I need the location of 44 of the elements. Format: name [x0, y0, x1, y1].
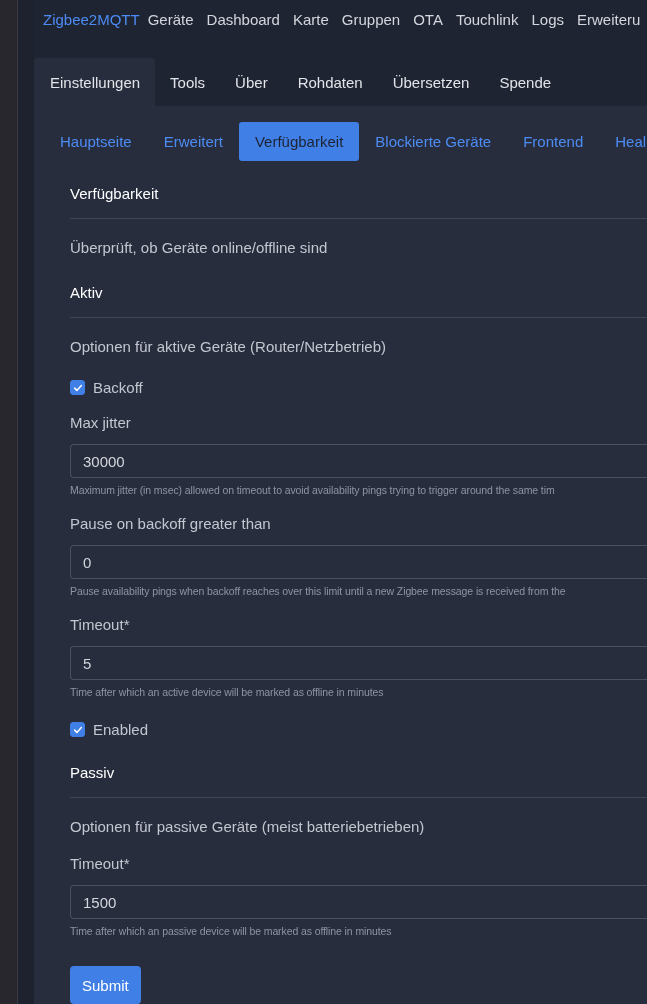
brand-link[interactable]: Zigbee2MQTT: [43, 11, 140, 28]
nav-link[interactable]: Gruppen: [341, 11, 401, 28]
subtab[interactable]: Frontend: [507, 122, 600, 161]
section-description: Optionen für passive Geräte (meist batteriebetrieben): [70, 817, 426, 837]
field-label: Max jitter: [70, 414, 132, 431]
tab[interactable]: Rohdaten: [282, 58, 378, 106]
number-field[interactable]: 5: [70, 646, 647, 680]
field-label: Pause on backoff greater than: [70, 515, 272, 532]
nav-link[interactable]: Dashboard: [206, 11, 280, 28]
section-heading: Passiv: [70, 764, 115, 781]
tab[interactable]: Über: [220, 58, 283, 106]
tab[interactable]: Übersetzen: [377, 58, 485, 106]
subtab[interactable]: Blockierte Geräte: [359, 122, 508, 161]
field-label: Timeout*: [70, 855, 131, 872]
checkbox-label: Enabled: [93, 721, 149, 738]
subtab[interactable]: Erweitert: [147, 122, 239, 161]
checkbox[interactable]: [70, 722, 85, 737]
field-hint: Pause availability pings when backoff reaches over this limit until a new Zigbee message is received from the: [70, 585, 567, 597]
nav-link[interactable]: Karte: [292, 11, 329, 28]
field-hint: Maximum jitter (in msec) allowed on timeout to avoid availability pings trying to trigger around the same tim: [70, 484, 556, 496]
checkbox-label: Backoff: [93, 379, 143, 396]
tab[interactable]: Tools: [155, 58, 221, 106]
subtab[interactable]: Heal: [599, 122, 647, 161]
subtab[interactable]: Verfügbarkeit: [238, 122, 360, 161]
nav-link[interactable]: Touchlink: [455, 11, 519, 28]
number-field[interactable]: 1500: [70, 885, 647, 919]
field-label: Timeout*: [70, 616, 131, 633]
number-field[interactable]: 30000: [70, 444, 647, 478]
field-hint: Time after which an active device will be marked as offline in minutes: [70, 686, 385, 698]
section-heading: Aktiv: [70, 284, 103, 301]
checkbox[interactable]: [70, 380, 85, 395]
nav-link[interactable]: Logs: [531, 11, 564, 28]
nav-link[interactable]: Geräte: [147, 11, 194, 28]
submit-button[interactable]: Submit: [70, 966, 141, 1004]
section-description: Überprüft, ob Geräte online/offline sind: [70, 238, 329, 258]
subtab[interactable]: Hauptseite: [44, 122, 148, 161]
section-heading: Verfügbarkeit: [70, 185, 159, 202]
field-hint: Time after which an passive device will be marked as offline in minutes: [70, 925, 393, 937]
nav-link[interactable]: OTA: [413, 11, 443, 28]
number-field[interactable]: 0: [70, 545, 647, 579]
tab[interactable]: Einstellungen: [34, 58, 156, 106]
nav-link[interactable]: Erweiteru: [577, 11, 641, 28]
tab[interactable]: Spende: [484, 58, 567, 106]
section-description: Optionen für aktive Geräte (Router/Netzbetrieb): [70, 337, 387, 357]
